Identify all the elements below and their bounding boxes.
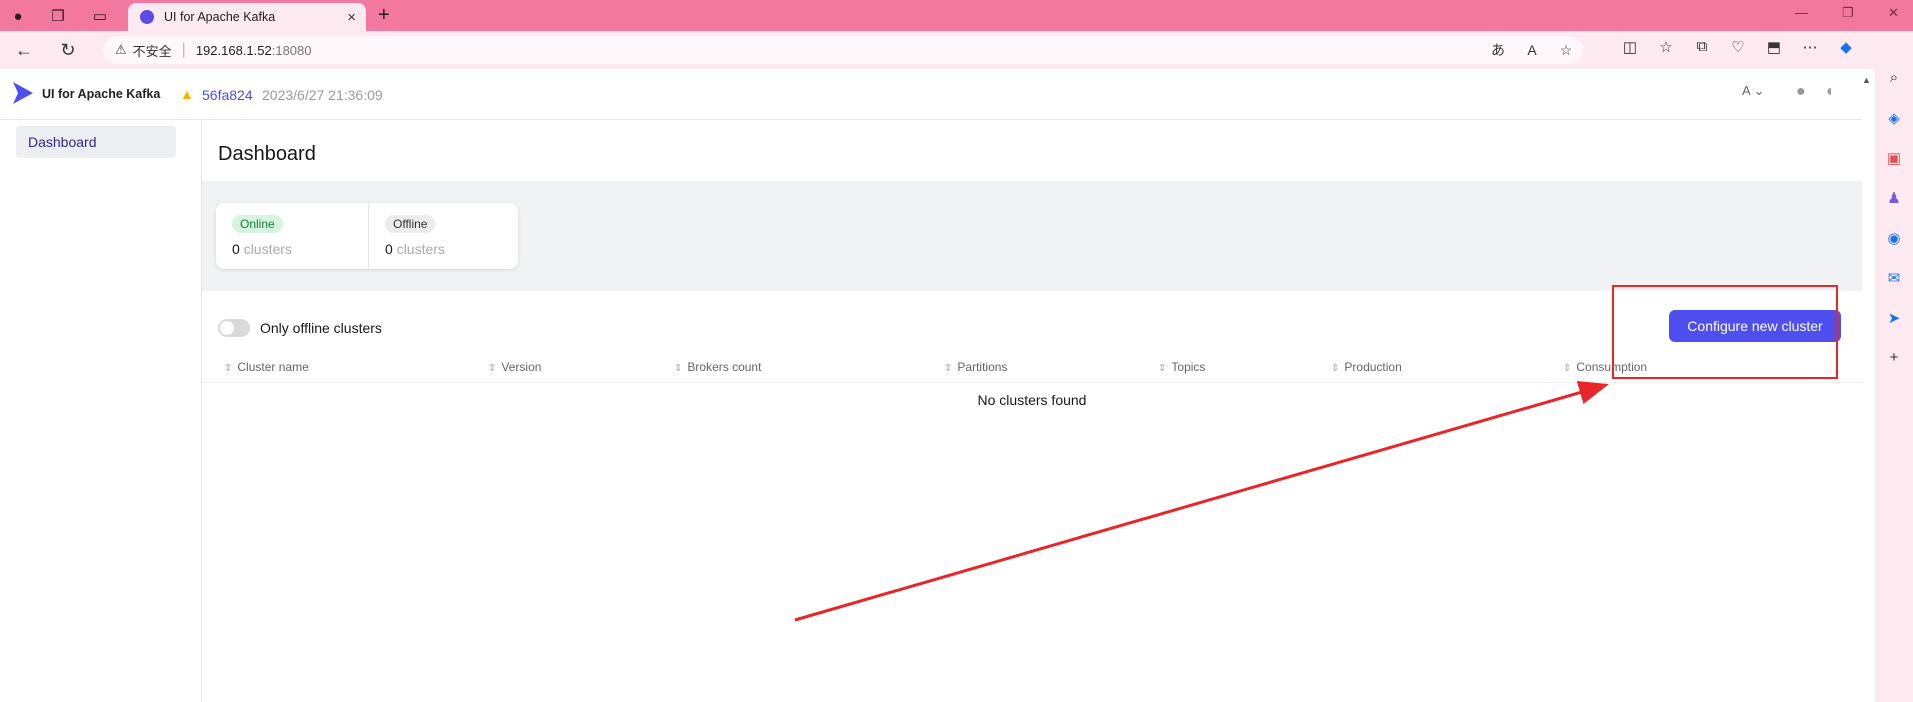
minimize-button[interactable]: — — [1795, 5, 1808, 20]
outlook-icon[interactable]: ✉ — [1875, 269, 1913, 309]
toggle-knob — [220, 321, 234, 335]
offline-badge: Offline — [385, 215, 436, 233]
split-screen-icon[interactable]: ◫ — [1612, 38, 1648, 56]
empty-table-message: No clusters found — [977, 392, 1087, 408]
tab-title: UI for Apache Kafka — [164, 10, 276, 24]
sort-icon: ⇕ — [488, 363, 497, 374]
sort-icon: ⇕ — [1563, 363, 1572, 374]
sort-icon: ⇕ — [224, 363, 233, 374]
online-count: 0 — [232, 241, 240, 257]
app-title[interactable]: UI for Apache Kafka — [42, 87, 160, 101]
column-header-version[interactable]: ⇕ Version — [488, 360, 541, 374]
read-aloud-icon[interactable]: A — [1515, 42, 1549, 58]
profile-icon[interactable]: ● — [6, 4, 30, 28]
offline-count-row: 0 clusters — [385, 241, 445, 257]
only-offline-label[interactable]: Only offline clusters — [260, 320, 382, 336]
more-menu-icon[interactable]: ⋯ — [1792, 38, 1828, 56]
browser-tab[interactable]: UI for Apache Kafka × — [128, 3, 366, 31]
user-avatar: A — [1742, 83, 1750, 98]
favorites-icon[interactable]: ☆ — [1648, 38, 1684, 56]
add-sidebar-app-icon[interactable]: + — [1875, 349, 1913, 389]
sidebar-item-dashboard[interactable]: Dashboard — [16, 126, 176, 158]
user-menu[interactable]: A ⌄ — [1742, 83, 1764, 99]
copilot-icon[interactable]: ◆ — [1828, 38, 1864, 56]
screenshot-icon[interactable]: ⬒ — [1756, 38, 1792, 56]
address-host[interactable]: 192.168.1.52 — [196, 43, 272, 58]
kafka-favicon-icon — [140, 10, 154, 24]
new-tab-button[interactable]: + — [378, 4, 390, 27]
back-arrow-icon[interactable]: ← — [12, 38, 36, 62]
refresh-icon[interactable]: ↻ — [56, 38, 80, 62]
column-header-consumption[interactable]: ⇕ Consumption — [1563, 360, 1647, 374]
dashboard-main: Dashboard Online 0 clusters Offline 0 cl… — [202, 120, 1862, 702]
metric-offline: Offline 0 clusters — [368, 203, 519, 269]
column-header-topics[interactable]: ⇕ Topics — [1158, 360, 1205, 374]
insecure-warning-icon[interactable]: ⚠ — [115, 42, 127, 58]
column-header-production[interactable]: ⇕ Production — [1331, 360, 1402, 374]
version-commit-link[interactable]: 56fa824 — [202, 87, 253, 103]
github-icon[interactable]: ● — [1796, 83, 1806, 101]
browser-tab-bar: ● ❒ ▭ UI for Apache Kafka × + — ❐ ✕ — [0, 0, 1913, 31]
sort-icon: ⇕ — [674, 363, 683, 374]
web-page: UI for Apache Kafka ▲ 56fa824 2023/6/27 … — [0, 69, 1875, 702]
clusters-table-header: ⇕ Cluster name ⇕ Version ⇕ Brokers count ⇕ P… — [202, 352, 1862, 383]
sort-icon: ⇕ — [944, 363, 953, 374]
offline-unit: clusters — [396, 241, 445, 257]
browser-toolbar: ← ↻ ⚠ 不安全 | 192.168.1.52 :18080 あ A ☆ ◫ … — [0, 31, 1913, 69]
collections-icon[interactable]: ⧉ — [1684, 38, 1720, 56]
configure-new-cluster-button[interactable]: Configure new cluster — [1669, 310, 1841, 342]
address-port[interactable]: :18080 — [272, 43, 312, 58]
translate-icon[interactable]: あ — [1481, 40, 1515, 60]
column-header-partitions[interactable]: ⇕ Partitions — [944, 360, 1007, 374]
address-divider: | — [181, 41, 186, 58]
version-warning-icon: ▲ — [180, 86, 194, 102]
metrics-card: Online 0 clusters Offline 0 clusters — [216, 203, 518, 269]
search-icon[interactable]: ⌕ — [1875, 69, 1913, 109]
insecure-label[interactable]: 不安全 — [133, 41, 172, 60]
tab-actions-icon[interactable]: ▭ — [88, 4, 112, 28]
column-header-cluster-name[interactable]: ⇕ Cluster name — [224, 360, 309, 374]
only-offline-toggle[interactable] — [218, 319, 250, 337]
sort-icon: ⇕ — [1158, 363, 1167, 374]
tab-close-icon[interactable]: × — [347, 9, 356, 26]
workspaces-icon[interactable]: ❒ — [46, 4, 70, 28]
scrollbar-up-arrow-icon[interactable]: ▲ — [1862, 75, 1871, 85]
discord-icon[interactable]: ◐ — [1826, 83, 1836, 101]
metric-online: Online 0 clusters — [216, 203, 366, 269]
app-top-nav: UI for Apache Kafka ▲ 56fa824 2023/6/27 … — [0, 69, 1862, 120]
version-date: 2023/6/27 21:36:09 — [262, 87, 383, 103]
page-title: Dashboard — [218, 143, 316, 165]
online-badge: Online — [232, 215, 283, 233]
metrics-panel: Online 0 clusters Offline 0 clusters — [202, 181, 1862, 291]
kafka-ui-logo-icon[interactable] — [12, 81, 34, 105]
close-window-button[interactable]: ✕ — [1888, 5, 1899, 21]
send-icon[interactable]: ➤ — [1875, 309, 1913, 349]
address-bar[interactable]: ⚠ 不安全 | 192.168.1.52 :18080 あ A ☆ — [103, 36, 1583, 64]
office-icon[interactable]: ◉ — [1875, 229, 1913, 269]
app-sidebar: Dashboard — [0, 120, 202, 702]
tools-icon[interactable]: ▣ — [1875, 149, 1913, 189]
people-icon[interactable]: ♟ — [1875, 189, 1913, 229]
performance-icon[interactable]: ♡ — [1720, 38, 1756, 56]
restore-button[interactable]: ❐ — [1842, 5, 1854, 21]
online-count-row: 0 clusters — [232, 241, 292, 257]
column-header-brokers-count[interactable]: ⇕ Brokers count — [674, 360, 761, 374]
edge-sidebar: ⌕ ◈ ▣ ♟ ◉ ✉ ➤ + — [1875, 69, 1913, 702]
online-unit: clusters — [243, 241, 292, 257]
favorite-star-icon[interactable]: ☆ — [1549, 42, 1583, 59]
sort-icon: ⇕ — [1331, 363, 1340, 374]
shopping-tag-icon[interactable]: ◈ — [1875, 109, 1913, 149]
offline-count: 0 — [385, 241, 393, 257]
